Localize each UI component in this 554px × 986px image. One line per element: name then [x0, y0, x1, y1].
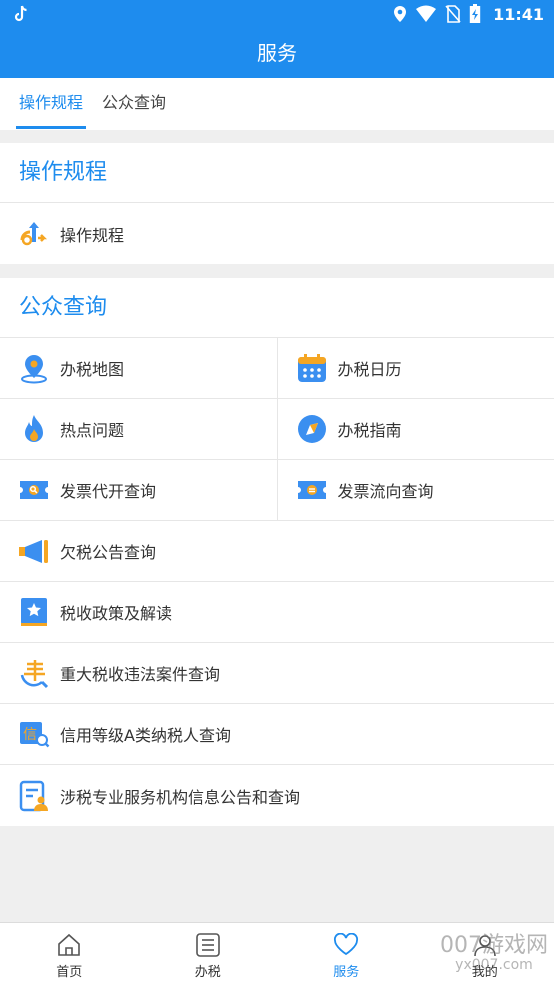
status-icons: 11:41 — [393, 4, 544, 24]
tax-calendar-label: 办税日历 — [337, 360, 402, 379]
procedure-item[interactable]: 操作规程 — [0, 203, 554, 264]
svg-text:信: 信 — [23, 727, 37, 743]
list-item[interactable]: 操作规程 — [0, 203, 554, 264]
major-violation-query-item[interactable]: 重大税收违法案件查询 — [0, 643, 554, 703]
list-icon — [195, 933, 220, 957]
nav-service[interactable]: 服务 — [277, 923, 416, 986]
tab-procedure[interactable]: 操作规程 — [19, 78, 83, 130]
map-pin-icon — [21, 355, 47, 384]
status-bar: 11:41 — [0, 0, 554, 28]
grid-row: 办税地图 办税日历 — [0, 338, 554, 399]
tiktok-icon — [14, 5, 27, 22]
nav-home[interactable]: 首页 — [0, 923, 139, 986]
tax-arrears-notice-item[interactable]: 欠税公告查询 — [0, 521, 554, 581]
list-item[interactable]: 信 信用等级A类纳税人查询 — [0, 704, 554, 765]
tax-policy-label: 税收政策及解读 — [60, 604, 173, 623]
watermark-sub: yx007.com — [455, 957, 533, 974]
list-item[interactable]: 重大税收违法案件查询 — [0, 643, 554, 704]
tax-map-item[interactable]: 办税地图 — [0, 338, 277, 398]
section-title-public-query: 公众查询 — [0, 278, 554, 338]
grid-row: 热点问题 办税指南 — [0, 399, 554, 460]
invoice-flow-icon — [297, 481, 326, 499]
major-violation-query-label: 重大税收违法案件查询 — [60, 665, 221, 684]
agency-info-icon — [19, 780, 48, 811]
watermark-main: 007游戏网 — [440, 933, 548, 958]
tax-guide-item[interactable]: 办税指南 — [276, 399, 554, 459]
nav-tax[interactable]: 办税 — [139, 923, 278, 986]
clock: 11:41 — [493, 4, 544, 24]
battery-charging-icon — [469, 4, 481, 23]
invoice-flow-query-label: 发票流向查询 — [337, 482, 434, 501]
compass-icon — [297, 415, 326, 443]
credit-a-taxpayer-query-item[interactable]: 信 信用等级A类纳税人查询 — [0, 704, 554, 764]
calendar-icon — [297, 354, 326, 382]
hot-issues-label: 热点问题 — [60, 421, 125, 440]
nav-tax-label: 办税 — [194, 965, 221, 980]
watermark: 007游戏网 yx007.com — [440, 933, 548, 974]
tax-policy-item[interactable]: 税收政策及解读 — [0, 582, 554, 642]
tab-bar: 操作规程 公众查询 — [0, 78, 554, 130]
active-tab-indicator — [16, 126, 86, 129]
section-title-procedure: 操作规程 — [0, 143, 554, 203]
invoice-issue-query-label: 发票代开查询 — [60, 482, 157, 501]
list-item[interactable]: 税收政策及解读 — [0, 582, 554, 643]
list-item[interactable]: 涉税专业服务机构信息公告和查询 — [0, 765, 554, 826]
tax-guide-label: 办税指南 — [337, 421, 402, 440]
heart-icon — [334, 933, 359, 956]
wifi-icon — [416, 5, 437, 22]
tax-agency-info-label: 涉税专业服务机构信息公告和查询 — [60, 787, 301, 807]
tax-calendar-item[interactable]: 办税日历 — [276, 338, 554, 398]
tax-arrears-notice-label: 欠税公告查询 — [60, 543, 157, 562]
page-title: 服务 — [0, 28, 554, 78]
policy-book-icon — [21, 598, 47, 626]
tax-map-label: 办税地图 — [60, 360, 125, 379]
arrows-procedure-icon — [20, 221, 48, 245]
procedure-label: 操作规程 — [60, 225, 125, 245]
megaphone-icon — [19, 540, 48, 563]
location-icon — [394, 6, 407, 22]
nav-service-label: 服务 — [333, 965, 360, 980]
flame-icon — [25, 415, 43, 442]
violation-search-icon — [20, 660, 49, 689]
section-procedure: 操作规程 操作规程 — [0, 143, 554, 264]
credit-a-taxpayer-query-label: 信用等级A类纳税人查询 — [60, 726, 231, 745]
tab-public-query[interactable]: 公众查询 — [102, 78, 166, 130]
invoice-issue-query-item[interactable]: 发票代开查询 — [0, 460, 277, 520]
section-public-query: 公众查询 办税地图 办税日历 热点问题 办税指南 发票代开查询 发票流向查询 欠… — [0, 278, 554, 826]
invoice-search-icon — [20, 481, 48, 499]
no-sim-icon — [445, 5, 461, 23]
credit-search-icon: 信 — [20, 722, 50, 748]
list-item[interactable]: 欠税公告查询 — [0, 521, 554, 582]
home-icon — [58, 933, 81, 956]
hot-issues-item[interactable]: 热点问题 — [0, 399, 277, 459]
invoice-flow-query-item[interactable]: 发票流向查询 — [276, 460, 554, 520]
grid-row: 发票代开查询 发票流向查询 — [0, 460, 554, 521]
tax-agency-info-item[interactable]: 涉税专业服务机构信息公告和查询 — [0, 765, 554, 826]
nav-home-label: 首页 — [56, 965, 83, 980]
